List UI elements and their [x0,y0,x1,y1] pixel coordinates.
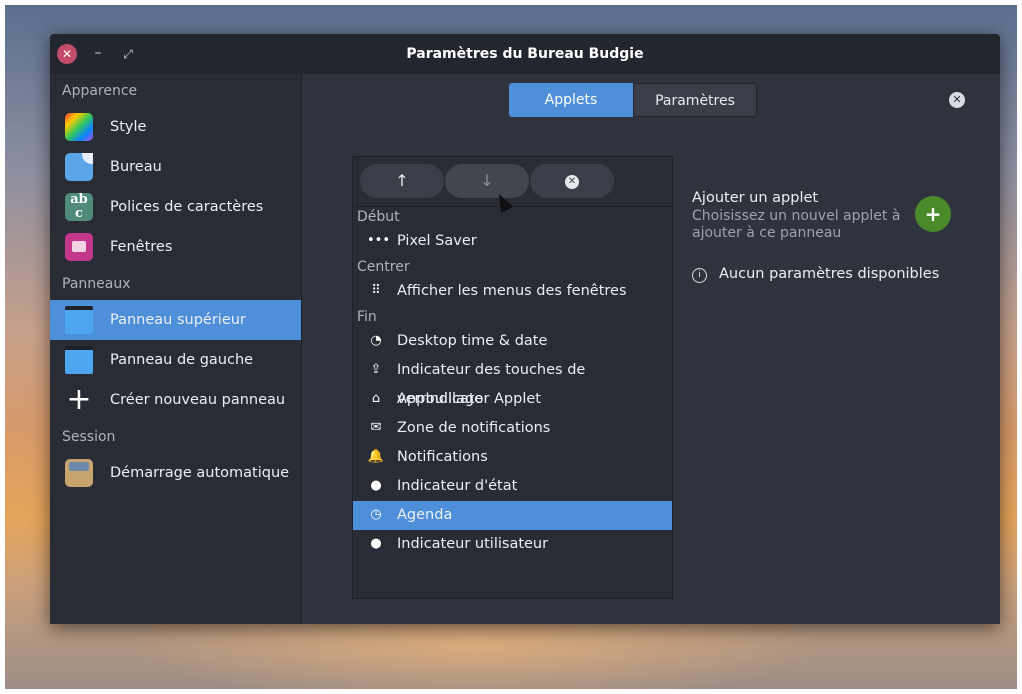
windows-icon [65,233,93,261]
list-item-label: Afficher les menus des fenêtres [397,283,627,299]
sidebar-section-header: Apparence [62,83,138,99]
sidebar-item-label: Style [110,119,147,135]
list-item[interactable]: ◔ Desktop time & date [353,327,672,356]
list-item[interactable]: ● Indicateur d'état [353,472,672,501]
sidebar-section-header: Session [62,429,116,445]
panel-icon [65,346,93,374]
list-item[interactable]: ● Indicateur utilisateur [353,530,672,559]
list-item[interactable]: 🔔 Notifications [353,443,672,472]
group-header: Centrer [357,259,410,275]
info-icon: i [692,268,707,283]
sidebar-item-style[interactable]: Style [50,107,301,147]
list-item[interactable]: ••• Pixel Saver [353,227,672,256]
list-item[interactable]: ✉ Zone de notifications [353,414,672,443]
dots-icon: ••• [367,233,391,248]
list-item-label: Zone de notifications [397,420,551,436]
list-item[interactable]: ⇪ Indicateur des touches de verrouillage [353,356,672,407]
autostart-icon [65,459,93,487]
sidebar-item-creer-panneau[interactable]: + Créer nouveau panneau [50,380,301,420]
desktop-icon [65,153,93,181]
list-item-label: Indicateur d'état [397,478,518,494]
sidebar-item-label: Panneau de gauche [110,352,254,368]
fonts-icon: ab c [65,193,93,221]
move-down-button[interactable]: ↓ [445,164,529,198]
sidebar-item-label: Démarrage automatique [110,465,290,481]
sidebar: Apparence Style Bureau ab c Polices de ca… [50,74,302,624]
lock-keys-icon: ⇪ [370,362,382,377]
sidebar-item-label: Créer nouveau panneau [110,392,286,408]
list-item-label: Agenda [397,507,453,523]
sidebar-item-label: Fenêtres [110,239,173,255]
list-item-label: Desktop time & date [397,333,548,349]
sidebar-section-header: Panneaux [62,276,131,292]
sidebar-item-bureau[interactable]: Bureau [50,147,301,187]
list-item-label: Notifications [397,449,488,465]
list-item-label: Pixel Saver [397,233,477,249]
remove-icon: ✕ [565,174,579,189]
no-settings-text: Aucun paramètres disponibles [719,266,940,282]
panel-icon [65,306,93,334]
sidebar-item-panneau-superieur[interactable]: Panneau supérieur [50,300,301,340]
tab-parametres[interactable]: Paramètres [633,83,757,117]
applet-list: ↑ ↓ ✕ Début ••• Pixel Saver Centrer ⠿ Af… [352,156,673,599]
clock-icon: ◷ [370,507,382,522]
settings-window: ✕ – ⤢ Paramètres du Bureau Budgie Appare… [50,34,1000,624]
sidebar-item-fenetres[interactable]: Fenêtres [50,227,301,267]
sidebar-item-label: Polices de caractères [110,199,264,215]
add-applet-button[interactable]: + [915,196,951,232]
main-content: Applets Paramètres ✕ ↑ ↓ ✕ Début ••• Pix… [302,74,1000,624]
pie-clock-icon: ◔ [370,333,382,348]
home-icon: ⌂ [371,391,381,406]
grid-dots-icon: ⠿ [371,283,381,298]
list-item-label: AppIndicator Applet [397,391,541,407]
title-bar: ✕ – ⤢ Paramètres du Bureau Budgie [50,34,1000,74]
style-icon [65,113,93,141]
window-title: Paramètres du Bureau Budgie [406,46,644,62]
sidebar-item-demarrage[interactable]: Démarrage automatique [50,453,301,493]
sidebar-item-polices[interactable]: ab c Polices de caractères [50,187,301,227]
no-settings-message: i Aucun paramètres disponibles [692,264,939,284]
remove-panel-icon[interactable]: ✕ [949,92,965,108]
add-applet-description: Choisissez un nouvel applet à ajouter à … [692,208,901,241]
sidebar-item-label: Bureau [110,159,162,175]
sidebar-item-panneau-gauche[interactable]: Panneau de gauche [50,340,301,380]
user-icon: ● [370,478,382,493]
list-item-label: Indicateur utilisateur [397,536,549,552]
envelope-icon: ✉ [370,420,382,435]
sidebar-item-label: Panneau supérieur [110,312,246,328]
tab-applets[interactable]: Applets [509,83,633,117]
group-header: Fin [357,309,377,325]
list-item[interactable]: ◷ Agenda [353,501,672,530]
list-item[interactable]: ⌂ AppIndicator Applet [353,385,672,414]
plus-icon: + [66,382,92,417]
move-up-button[interactable]: ↑ [360,164,444,198]
remove-applet-button[interactable]: ✕ [530,164,614,198]
user-icon: ● [370,536,382,551]
group-header: Début [357,209,400,225]
bell-icon: 🔔 [367,449,385,464]
list-item[interactable]: ⠿ Afficher les menus des fenêtres [353,277,672,306]
add-applet-title: Ajouter un applet [692,190,819,206]
applet-toolbar: ↑ ↓ ✕ [353,157,672,207]
